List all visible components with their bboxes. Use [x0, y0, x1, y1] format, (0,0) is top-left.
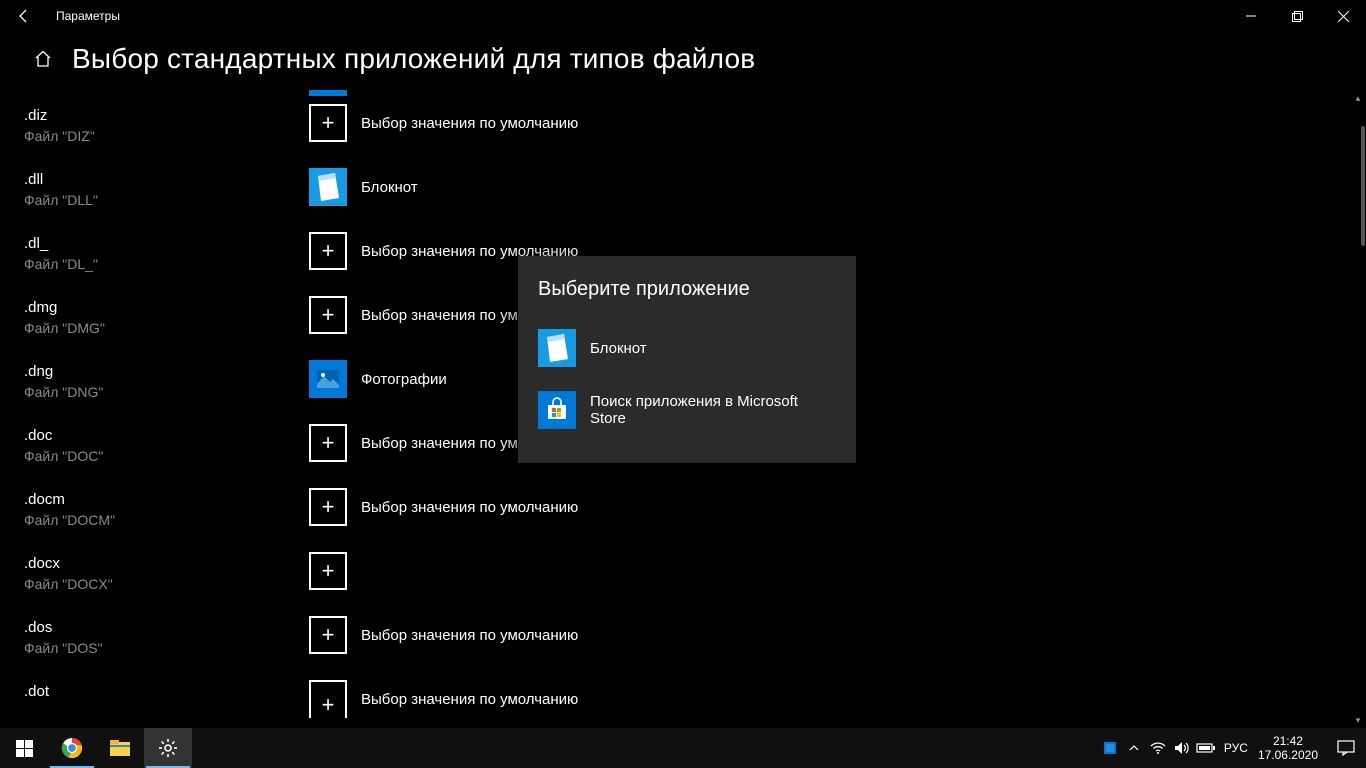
tray-volume-icon[interactable] — [1170, 728, 1194, 768]
app-picker-unset[interactable]: + — [309, 488, 347, 526]
app-picker-notepad[interactable] — [309, 168, 347, 206]
scroll-down-icon[interactable]: ▾ — [1350, 712, 1366, 728]
app-picker-assigned[interactable] — [309, 90, 347, 96]
app-picker-photos[interactable] — [309, 360, 347, 398]
taskbar-explorer[interactable] — [96, 728, 144, 768]
close-button[interactable] — [1320, 0, 1366, 32]
file-type-row: .dot + Выбор значения по умолчанию — [24, 680, 1366, 728]
tray-notifications-icon[interactable] — [1326, 728, 1366, 768]
scroll-up-icon[interactable]: ▴ — [1350, 90, 1366, 106]
tray-security-icon[interactable] — [1098, 728, 1122, 768]
file-type-desc: Файл "DIZ" — [24, 126, 309, 146]
file-type-ext: .dll — [24, 170, 309, 190]
popup-option-label: Поиск приложения в Microsoft Store — [590, 393, 836, 427]
plus-icon: + — [322, 624, 335, 646]
plus-icon: + — [322, 304, 335, 326]
app-picker-label: Фотографии — [361, 371, 447, 388]
file-type-desc: Файл "DLL" — [24, 190, 309, 210]
tray-wifi-icon[interactable] — [1146, 728, 1170, 768]
tray-date: 17.06.2020 — [1258, 748, 1318, 762]
file-type-desc: Файл "DNG" — [24, 382, 309, 402]
file-type-row: .docm Файл "DOCM" + Выбор значения по ум… — [24, 488, 1366, 552]
file-type-ext: .docm — [24, 490, 309, 510]
app-picker-unset[interactable]: + — [309, 424, 347, 462]
app-chooser-popup: Выберите приложение Блокнот Поиск прилож… — [518, 256, 856, 463]
file-type-desc: Файл "DMG" — [24, 318, 309, 338]
back-button[interactable] — [0, 0, 48, 32]
start-button[interactable] — [0, 728, 48, 768]
file-type-ext: .dmg — [24, 298, 309, 318]
file-type-ext: .diz — [24, 106, 309, 126]
plus-icon: + — [322, 240, 335, 262]
taskbar-chrome[interactable] — [48, 728, 96, 768]
window-title: Параметры — [56, 9, 120, 23]
app-picker-unset[interactable]: + — [309, 232, 347, 270]
taskbar: РУС 21:42 17.06.2020 — [0, 728, 1366, 768]
plus-icon: + — [322, 694, 335, 716]
vertical-scrollbar[interactable]: ▴ ▾ — [1350, 90, 1366, 728]
popup-title: Выберите приложение — [518, 256, 856, 317]
app-picker-label: Выбор значения по умолчанию — [361, 691, 578, 708]
minimize-button[interactable] — [1228, 0, 1274, 32]
plus-icon: + — [322, 496, 335, 518]
file-type-row: Файл "DIVX" — [24, 90, 1366, 104]
app-picker-label: Выбор значения по умолчанию — [361, 499, 578, 516]
file-type-row: .dll Файл "DLL" Блокнот — [24, 168, 1366, 232]
page-title: Выбор стандартных приложений для типов ф… — [72, 43, 755, 75]
tray-battery-icon[interactable] — [1194, 728, 1218, 768]
maximize-button[interactable] — [1274, 0, 1320, 32]
file-type-desc: Файл "DOC" — [24, 446, 309, 466]
page-header: Выбор стандартных приложений для типов ф… — [0, 32, 1366, 90]
file-type-desc: Файл "DOS" — [24, 638, 309, 658]
file-type-ext: .docx — [24, 554, 309, 574]
popup-option-label: Блокнот — [590, 340, 647, 357]
file-type-ext: .doc — [24, 426, 309, 446]
system-tray: РУС 21:42 17.06.2020 — [1098, 728, 1366, 768]
app-picker-unset[interactable]: + — [309, 616, 347, 654]
taskbar-settings[interactable] — [144, 728, 192, 768]
titlebar: Параметры — [0, 0, 1366, 32]
file-type-ext: .dl_ — [24, 234, 309, 254]
app-picker-label: Выбор значения по умолчанию — [361, 115, 578, 132]
app-picker-label: Блокнот — [361, 179, 418, 196]
file-type-desc: Файл "DOCM" — [24, 510, 309, 530]
tray-time: 21:42 — [1258, 734, 1318, 748]
file-type-ext: .dos — [24, 618, 309, 638]
file-type-row: .docx Файл "DOCX" + — [24, 552, 1366, 616]
tray-chevron-up-icon[interactable] — [1122, 728, 1146, 768]
tray-clock[interactable]: 21:42 17.06.2020 — [1254, 734, 1326, 762]
scroll-thumb[interactable] — [1361, 126, 1365, 246]
tray-language[interactable]: РУС — [1218, 741, 1254, 755]
app-picker-unset[interactable]: + — [309, 104, 347, 142]
plus-icon: + — [322, 112, 335, 134]
file-type-row: .dos Файл "DOS" + Выбор значения по умол… — [24, 616, 1366, 680]
popup-option-notepad[interactable]: Блокнот — [518, 317, 856, 379]
app-picker-unset[interactable]: + — [309, 680, 347, 718]
file-type-ext: .dng — [24, 362, 309, 382]
scroll-track[interactable] — [1350, 106, 1366, 712]
plus-icon: + — [322, 432, 335, 454]
file-type-desc: Файл "DL_" — [24, 254, 309, 274]
file-type-desc: Файл "DOCX" — [24, 574, 309, 594]
file-type-ext: .dot — [24, 682, 309, 702]
app-picker-label: Выбор значения по умолчанию — [361, 627, 578, 644]
plus-icon: + — [322, 560, 335, 582]
store-icon — [538, 391, 576, 429]
popup-option-store[interactable]: Поиск приложения в Microsoft Store — [518, 379, 856, 441]
app-picker-unset[interactable]: + — [309, 296, 347, 334]
notepad-icon — [538, 329, 576, 367]
file-type-row: .diz Файл "DIZ" + Выбор значения по умол… — [24, 104, 1366, 168]
app-picker-unset[interactable]: + — [309, 552, 347, 590]
home-button[interactable] — [24, 40, 62, 78]
